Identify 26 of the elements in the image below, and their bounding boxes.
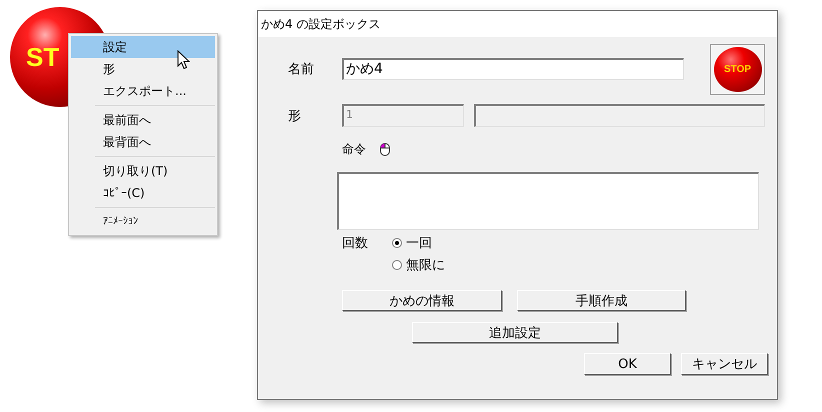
menu-item[interactable]: 形 xyxy=(71,58,215,80)
menu-item[interactable]: ｺﾋﾟｰ(C) xyxy=(71,182,215,204)
menu-item[interactable]: 最背面へ xyxy=(71,131,215,153)
mouse-icon xyxy=(380,143,390,156)
shape-label: 形 xyxy=(288,108,302,124)
menu-item[interactable]: エクスポート... xyxy=(71,80,215,102)
name-field[interactable]: かめ4 xyxy=(342,58,684,80)
count-label: 回数 xyxy=(342,235,369,252)
dialog-button[interactable]: かめの情報 xyxy=(342,290,502,311)
window-title: かめ4 の設定ボックス xyxy=(261,16,380,32)
command-box[interactable] xyxy=(337,172,759,230)
menu-item[interactable]: 設定 xyxy=(71,36,215,58)
cursor-icon xyxy=(177,50,190,70)
dialog-button[interactable]: 追加設定 xyxy=(412,322,618,343)
menu-item[interactable]: 切り取り(T) xyxy=(71,160,215,182)
menu-item[interactable]: ｱﾆﾒｰｼｮﾝ xyxy=(71,211,215,233)
name-label: 名前 xyxy=(288,61,315,78)
shape-name-field[interactable] xyxy=(474,104,765,127)
radio-option[interactable]: 一回 xyxy=(392,234,445,252)
command-label: 命令 xyxy=(342,141,366,158)
dialog-button[interactable]: キャンセル xyxy=(681,353,768,375)
menu-item[interactable]: 最前面へ xyxy=(71,109,215,131)
dialog-button[interactable]: OK xyxy=(584,353,671,375)
dialog-button[interactable]: 手順作成 xyxy=(517,290,686,311)
ball-label: ST xyxy=(26,42,60,72)
radio-option[interactable]: 無限に xyxy=(392,256,445,274)
